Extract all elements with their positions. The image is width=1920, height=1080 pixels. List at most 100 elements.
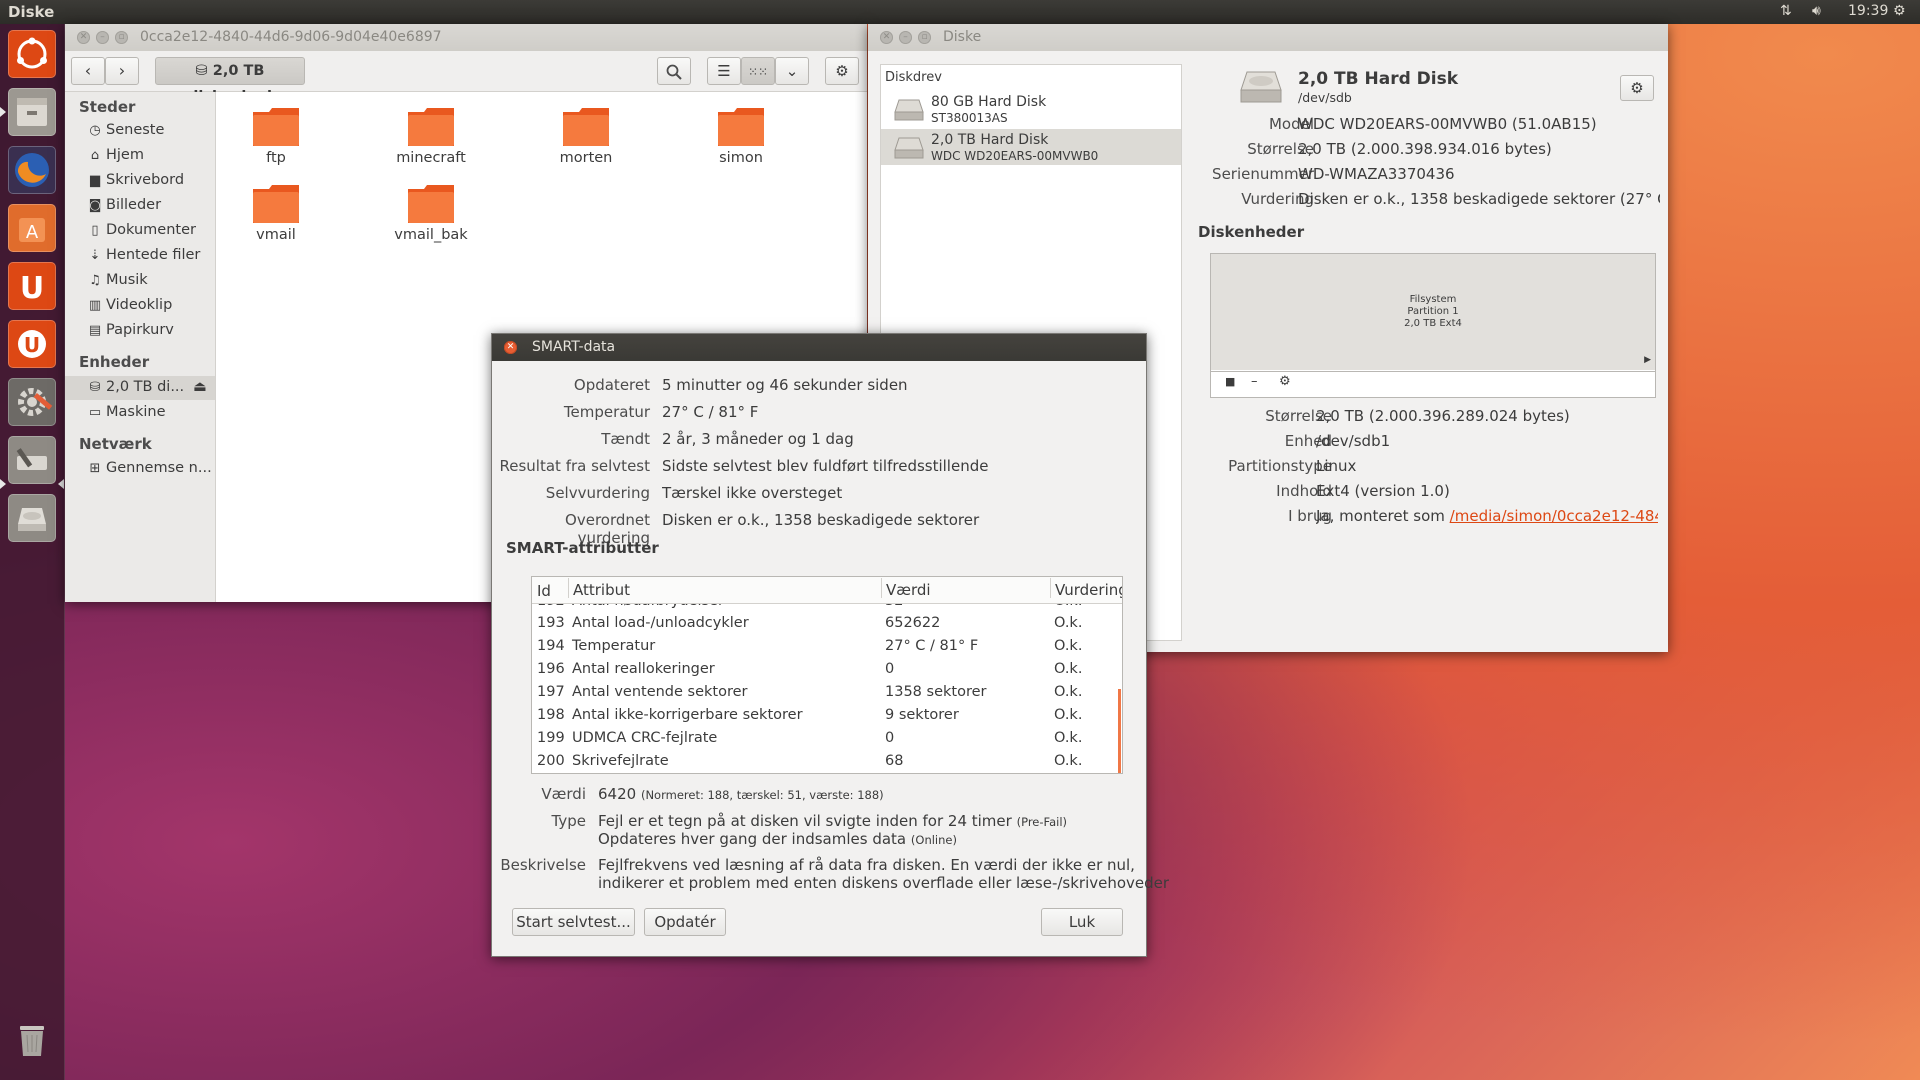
maximize-icon[interactable]: ▫ (918, 31, 931, 44)
ubuntu-one-icon[interactable]: U (8, 262, 56, 310)
mount-point-link[interactable]: /media/simon/0cca2e12-4840-… (1450, 507, 1658, 525)
trash-icon[interactable] (8, 1016, 56, 1064)
type-label: Type (551, 812, 586, 830)
forward-button[interactable]: › (105, 57, 139, 85)
minimize-icon[interactable]: – (96, 31, 109, 44)
field-label: Vurdering (1241, 190, 1314, 208)
column-header[interactable]: Id (537, 582, 551, 600)
stop-icon[interactable]: ■ (1225, 375, 1235, 388)
sidebar-item-browse-network[interactable]: ⊞ Gennemse n... (87, 460, 212, 476)
list-icon: ☰ (717, 62, 731, 80)
drive-item[interactable]: 80 GB Hard Disk ST380013AS (881, 91, 1181, 127)
desktop-icon: ▆ (90, 173, 100, 188)
refresh-button[interactable]: Opdatér (644, 908, 726, 936)
column-header[interactable]: Vurdering (1050, 578, 1122, 599)
top-panel: Diske ⇅ 🔊︎ 19:39 ⚙ (0, 0, 1920, 24)
minimize-icon[interactable]: – (899, 31, 912, 44)
software-center-icon[interactable]: A (8, 204, 56, 252)
folder-item[interactable]: minecraft (371, 106, 491, 166)
field-value: WD-WMAZA3370436 (1298, 165, 1455, 183)
field-label: Resultat fra selvtest (499, 457, 651, 475)
back-button[interactable]: ‹ (71, 57, 105, 85)
sidebar-item-recent[interactable]: ◷ Seneste (87, 122, 164, 138)
sidebar-item-home[interactable]: ⌂ Hjem (87, 147, 144, 163)
close-icon[interactable]: ✕ (880, 31, 893, 44)
close-button[interactable]: Luk (1041, 908, 1123, 936)
volume-map: Filsystem Partition 1 2,0 TB Ext4 ▶ ■ – … (1210, 253, 1656, 398)
table-row[interactable]: 198 Antal ikke-korrigerbare sektorer 9 sek… (532, 704, 1122, 727)
field-value: 2,0 TB (2.000.398.934.016 bytes) (1298, 140, 1552, 158)
partition-block[interactable]: Filsystem Partition 1 2,0 TB Ext4 ▶ (1211, 254, 1655, 370)
table-row[interactable]: 193 Antal load-/unloadcykler 652622 O.k. (532, 612, 1122, 635)
home-icon: ⌂ (90, 148, 100, 163)
sidebar-item-trash[interactable]: ▤ Papirkurv (87, 322, 174, 338)
table-row[interactable]: 200 Skrivefejlrate 68 O.k. (532, 750, 1122, 773)
files-toolbar: ‹ › ⛁ 2,0 TB diskenhed ☰ ⁙⁙ ⌄ ⚙ (65, 51, 867, 105)
sidebar-item-disk[interactable]: ⛁ 2,0 TB di... ⏏ (87, 379, 207, 395)
film-icon: ▥ (88, 298, 102, 313)
folder-label: morten (559, 150, 613, 166)
partition-line2: Partition 1 (1407, 306, 1459, 317)
disk-utility-icon[interactable] (8, 436, 56, 484)
field-label: Temperatur (563, 403, 650, 421)
sidebar-item-pictures[interactable]: ◙ Billeder (87, 197, 161, 213)
volume-icon[interactable]: 🔊︎ (1812, 3, 1821, 19)
firefox-icon[interactable] (8, 146, 56, 194)
clock[interactable]: 19:39 (1848, 3, 1888, 19)
system-settings-icon[interactable] (8, 378, 56, 426)
table-row[interactable]: 199 UDMCA CRC-fejlrate 0 O.k. (532, 727, 1122, 750)
table-row[interactable]: 197 Antal ventende sektorer 1358 sektorer O… (532, 681, 1122, 704)
view-options-button[interactable]: ⌄ (775, 57, 809, 85)
maximize-icon[interactable]: ▫ (115, 31, 128, 44)
files-window-title: 0cca2e12-4840-44d6-9d06-9d04e40e6897 (140, 29, 442, 45)
disks-icon[interactable] (8, 494, 56, 542)
type-line1: Fejl er et tegn på at disken vil svigte … (598, 812, 1067, 830)
files-sidebar: Steder ◷ Seneste ⌂ Hjem ▆ Skrivebord ◙ Bille… (65, 92, 216, 602)
sidebar-item-computer[interactable]: ▭ Maskine (87, 404, 166, 420)
close-icon[interactable]: ✕ (77, 31, 90, 44)
running-indicator (0, 107, 6, 117)
sidebar-item-videos[interactable]: ▥ Videoklip (87, 297, 172, 313)
minus-icon[interactable]: – (1251, 374, 1258, 389)
folder-item[interactable]: ftp (216, 106, 336, 166)
location-button[interactable]: ⛁ 2,0 TB diskenhed (155, 57, 305, 105)
ubuntu-one-music-icon[interactable]: U (8, 320, 56, 368)
list-view-button[interactable]: ☰ (707, 57, 741, 85)
sidebar-item-downloads[interactable]: ⇣ Hentede filer (87, 247, 201, 263)
table-row[interactable]: 194 Temperatur 27° C / 81° F O.k. (532, 635, 1122, 658)
scrollbar-thumb[interactable] (1118, 689, 1121, 773)
attributes-table: Id Attribut Værdi Vurdering 192Antal nød… (531, 576, 1123, 774)
drive-name: 2,0 TB Hard Disk (931, 132, 1049, 148)
volumes-header: Diskenheder (1198, 223, 1305, 241)
drive-item-selected[interactable]: 2,0 TB Hard Disk WDC WD20EARS-00MVWB0 (881, 129, 1181, 165)
session-gear-icon[interactable]: ⚙ (1893, 3, 1906, 19)
network-icon[interactable]: ⇅ (1780, 3, 1792, 19)
files-icon[interactable] (8, 88, 56, 136)
search-button[interactable] (657, 57, 691, 85)
launcher: A U U (0, 24, 65, 1080)
folder-item[interactable]: vmail (216, 183, 336, 243)
sidebar-item-music[interactable]: ♫ Musik (87, 272, 148, 288)
folder-label: minecraft (396, 150, 466, 166)
gears-icon[interactable]: ⚙ (1279, 374, 1291, 389)
column-header[interactable]: Attribut (568, 578, 630, 599)
grid-view-button[interactable]: ⁙⁙ (741, 57, 775, 85)
sidebar-item-desktop[interactable]: ▆ Skrivebord (87, 172, 184, 188)
folder-item[interactable]: morten (526, 106, 646, 166)
folder-item[interactable]: vmail_bak (371, 183, 491, 243)
column-header[interactable]: Værdi (881, 578, 931, 599)
dash-home-icon[interactable] (8, 30, 56, 78)
settings-button[interactable]: ⚙ (825, 57, 859, 85)
folder-item[interactable]: simon (681, 106, 801, 166)
sidebar-item-documents[interactable]: ▯ Dokumenter (87, 222, 196, 238)
close-icon[interactable]: ✕ (504, 341, 517, 354)
gear-icon: ⚙ (835, 62, 849, 80)
start-selftest-button[interactable]: Start selvtest... (512, 908, 635, 936)
field-value: Linux (1316, 457, 1357, 475)
table-row[interactable]: 196 Antal reallokeringer 0 O.k. (532, 658, 1122, 681)
eject-icon[interactable]: ⏏ (193, 379, 207, 395)
scroll-right-icon[interactable]: ▶ (1644, 354, 1651, 366)
devices-header: Enheder (79, 353, 150, 371)
field-value: /dev/sdb1 (1316, 432, 1391, 450)
drive-settings-button[interactable]: ⚙ (1620, 75, 1654, 101)
